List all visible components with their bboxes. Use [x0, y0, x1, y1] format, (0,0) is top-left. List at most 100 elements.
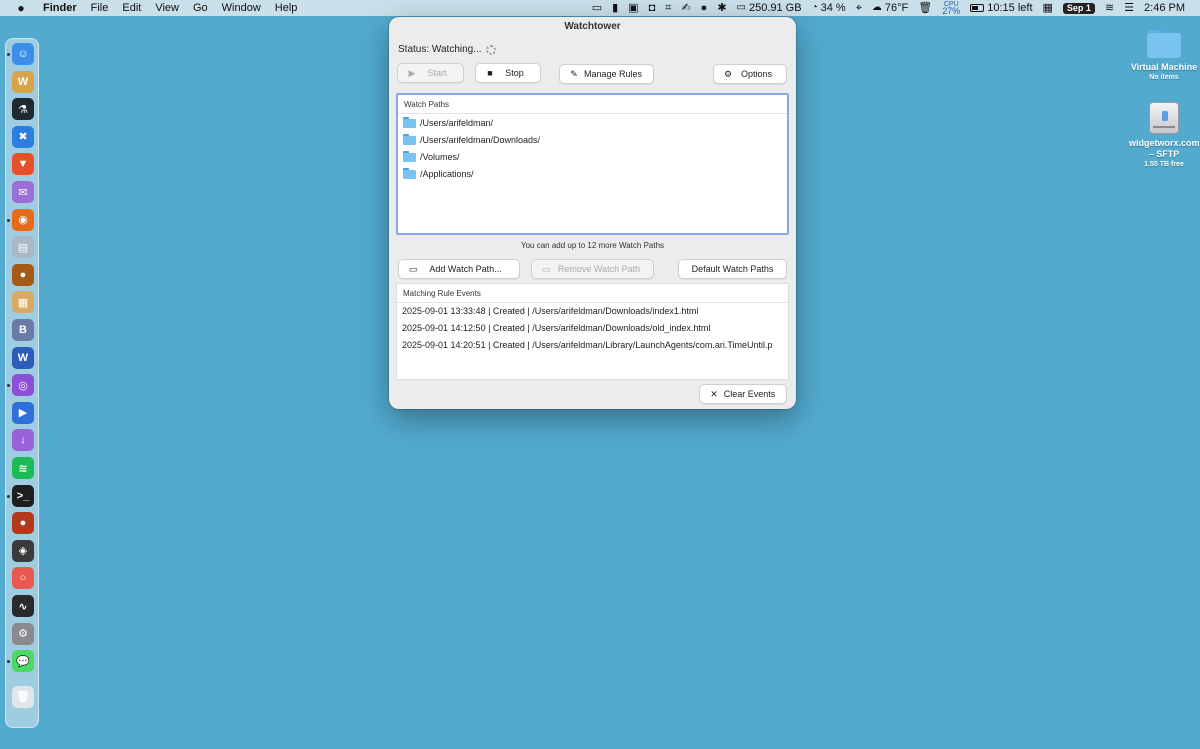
- watch-paths-hint: You can add up to 12 more Watch Paths: [520, 241, 665, 250]
- watch-paths-list[interactable]: Watch Paths /Users/arifeldman/ /Users/ar…: [396, 93, 789, 235]
- clear-events-button[interactable]: ✕ Clear Events: [699, 384, 787, 404]
- stop-icon: ■: [487, 68, 493, 78]
- play-icon: ▶: [408, 67, 416, 78]
- word-icon[interactable]: W: [12, 346, 34, 369]
- options-label: Options: [740, 69, 773, 79]
- list-item[interactable]: /Volumes/: [398, 148, 787, 165]
- folder-icon: [403, 151, 416, 162]
- menu-help[interactable]: Help: [268, 0, 305, 16]
- list-item[interactable]: 2025-09-01 14:20:51 | Created | /Users/a…: [397, 337, 788, 354]
- manage-rules-button[interactable]: ✎ Manage Rules: [559, 64, 654, 84]
- disk-space-menu[interactable]: ▭ 250.91 GB: [732, 0, 807, 16]
- date-badge: Sep 1: [1062, 2, 1095, 14]
- wifi-icon[interactable]: ≋: [1100, 0, 1119, 16]
- battery-text: 10:15 left: [987, 2, 1033, 14]
- add-watch-path-label: Add Watch Path...: [429, 264, 502, 274]
- terminal-icon[interactable]: >_: [12, 484, 34, 507]
- ring-app-icon[interactable]: ○: [12, 567, 34, 590]
- folder-remove-icon: ▭: [541, 263, 551, 274]
- bbedit-icon[interactable]: B: [12, 319, 34, 341]
- desktop-item-sub: 1.55 TB free: [1144, 161, 1184, 168]
- default-watch-paths-button[interactable]: Default Watch Paths: [678, 259, 787, 279]
- lab-flask-icon[interactable]: ⚗: [12, 98, 34, 121]
- colorsync-icon[interactable]: ◎: [12, 374, 34, 397]
- spotify-icon[interactable]: ≋: [12, 457, 34, 479]
- menu-window[interactable]: Window: [215, 0, 268, 16]
- weather-menu[interactable]: ☁ 76°F: [867, 0, 913, 16]
- list-item[interactable]: 2025-09-01 13:33:48 | Created | /Users/a…: [397, 303, 788, 320]
- memory-gauge-icon: ◔: [811, 2, 818, 13]
- running-indicator: [7, 384, 10, 388]
- scanner-icon[interactable]: ▤: [12, 236, 34, 259]
- add-watch-path-button[interactable]: ▭ Add Watch Path...: [398, 259, 520, 279]
- cloud-icon: ☁: [871, 2, 882, 13]
- acorn-icon[interactable]: ●: [12, 263, 34, 286]
- folder-icon: [403, 134, 416, 145]
- finder-icon[interactable]: ☺: [12, 43, 34, 65]
- menu-go[interactable]: Go: [186, 0, 215, 16]
- stop-button[interactable]: ■ Stop: [475, 63, 541, 83]
- menu-edit[interactable]: Edit: [115, 0, 148, 16]
- location-icon[interactable]: ⌖: [851, 0, 867, 16]
- trash-icon[interactable]: 🗑: [12, 685, 34, 708]
- downloader-icon[interactable]: ↓: [12, 429, 34, 452]
- list-item[interactable]: /Applications/: [398, 165, 787, 182]
- clock-menu[interactable]: 2:46 PM: [1139, 0, 1190, 16]
- gear-icon: ⚙: [723, 68, 733, 79]
- remove-watch-path-button[interactable]: ▭ Remove Watch Path: [531, 259, 654, 279]
- flashlight-icon[interactable]: ▮: [607, 0, 623, 16]
- menu-finder[interactable]: Finder: [36, 0, 84, 16]
- hard-drive-icon: ▭: [736, 2, 746, 13]
- bomb-icon[interactable]: ●: [696, 0, 713, 16]
- list-item[interactable]: 2025-09-01 14:12:50 | Created | /Users/a…: [397, 320, 788, 337]
- events-list[interactable]: Matching Rule Events 2025-09-01 13:33:48…: [396, 283, 789, 380]
- spinner-icon: [485, 44, 496, 55]
- word-doc-icon[interactable]: W: [12, 70, 34, 93]
- start-button[interactable]: ▶ Start: [397, 63, 464, 83]
- mail-icon[interactable]: ✉: [12, 181, 34, 203]
- cpu-menu[interactable]: CPU 27%: [937, 1, 965, 16]
- desktop-item-virtual-machine[interactable]: Virtual Machine No items: [1129, 30, 1199, 82]
- menu-bar: ● Finder File Edit View Go Window Help ▭…: [0, 0, 1200, 16]
- firefox-icon[interactable]: ◉: [12, 208, 34, 231]
- folder-icon: [403, 168, 416, 179]
- desktop-item-sftp-drive[interactable]: widgetworx.com – SFTP 1.55 TB free: [1129, 102, 1200, 169]
- control-center-icon[interactable]: ☰: [1119, 0, 1139, 16]
- virtualbox-icon[interactable]: ◈: [12, 539, 34, 562]
- disk-free-text: 250.91 GB: [748, 2, 802, 14]
- trash-menu-icon[interactable]: 🗑: [913, 0, 937, 16]
- messages-icon[interactable]: 💬: [12, 650, 34, 673]
- list-item[interactable]: /Users/arifeldman/: [398, 114, 787, 131]
- list-item[interactable]: /Users/arifeldman/Downloads/: [398, 131, 787, 148]
- photo-icon[interactable]: ◘: [644, 0, 661, 16]
- calendar-icon[interactable]: ▦: [1038, 0, 1058, 16]
- battery-menu[interactable]: 10:15 left: [965, 0, 1037, 16]
- running-indicator: [7, 53, 10, 56]
- network-drive-icon: [1149, 102, 1179, 134]
- options-button[interactable]: ⚙ Options: [713, 64, 787, 84]
- infuse-icon[interactable]: ▶: [12, 401, 34, 424]
- status-line: Status: Watching...: [398, 44, 496, 55]
- drive-icon[interactable]: ▣: [623, 0, 643, 16]
- status-monitor-icon[interactable]: ▭: [587, 0, 607, 16]
- running-indicator: [7, 218, 10, 222]
- menu-view[interactable]: View: [148, 0, 186, 16]
- apple-menu-icon[interactable]: ●: [14, 1, 28, 15]
- memory-text: 34 %: [820, 2, 846, 14]
- running-indicator: [7, 494, 10, 498]
- menu-file[interactable]: File: [84, 0, 116, 16]
- bluetooth-icon[interactable]: ✱: [712, 0, 731, 16]
- clear-events-label: Clear Events: [723, 389, 776, 399]
- cpu-value: 27%: [942, 6, 961, 16]
- memory-menu[interactable]: ◔ 34 %: [807, 0, 851, 16]
- screenshot-icon[interactable]: ⌗: [660, 0, 676, 16]
- brave-icon[interactable]: ▼: [12, 153, 34, 176]
- system-settings-icon[interactable]: ⚙: [12, 622, 34, 645]
- coffee-icon[interactable]: ●: [12, 512, 34, 535]
- signature-icon[interactable]: ✍: [676, 0, 695, 16]
- activity-monitor-icon[interactable]: ∿: [12, 595, 34, 617]
- xcode-tools-icon[interactable]: ✖: [12, 125, 34, 148]
- events-header: Matching Rule Events: [397, 284, 788, 303]
- date-menu[interactable]: Sep 1: [1058, 2, 1100, 14]
- preview-icon[interactable]: ▦: [12, 291, 34, 314]
